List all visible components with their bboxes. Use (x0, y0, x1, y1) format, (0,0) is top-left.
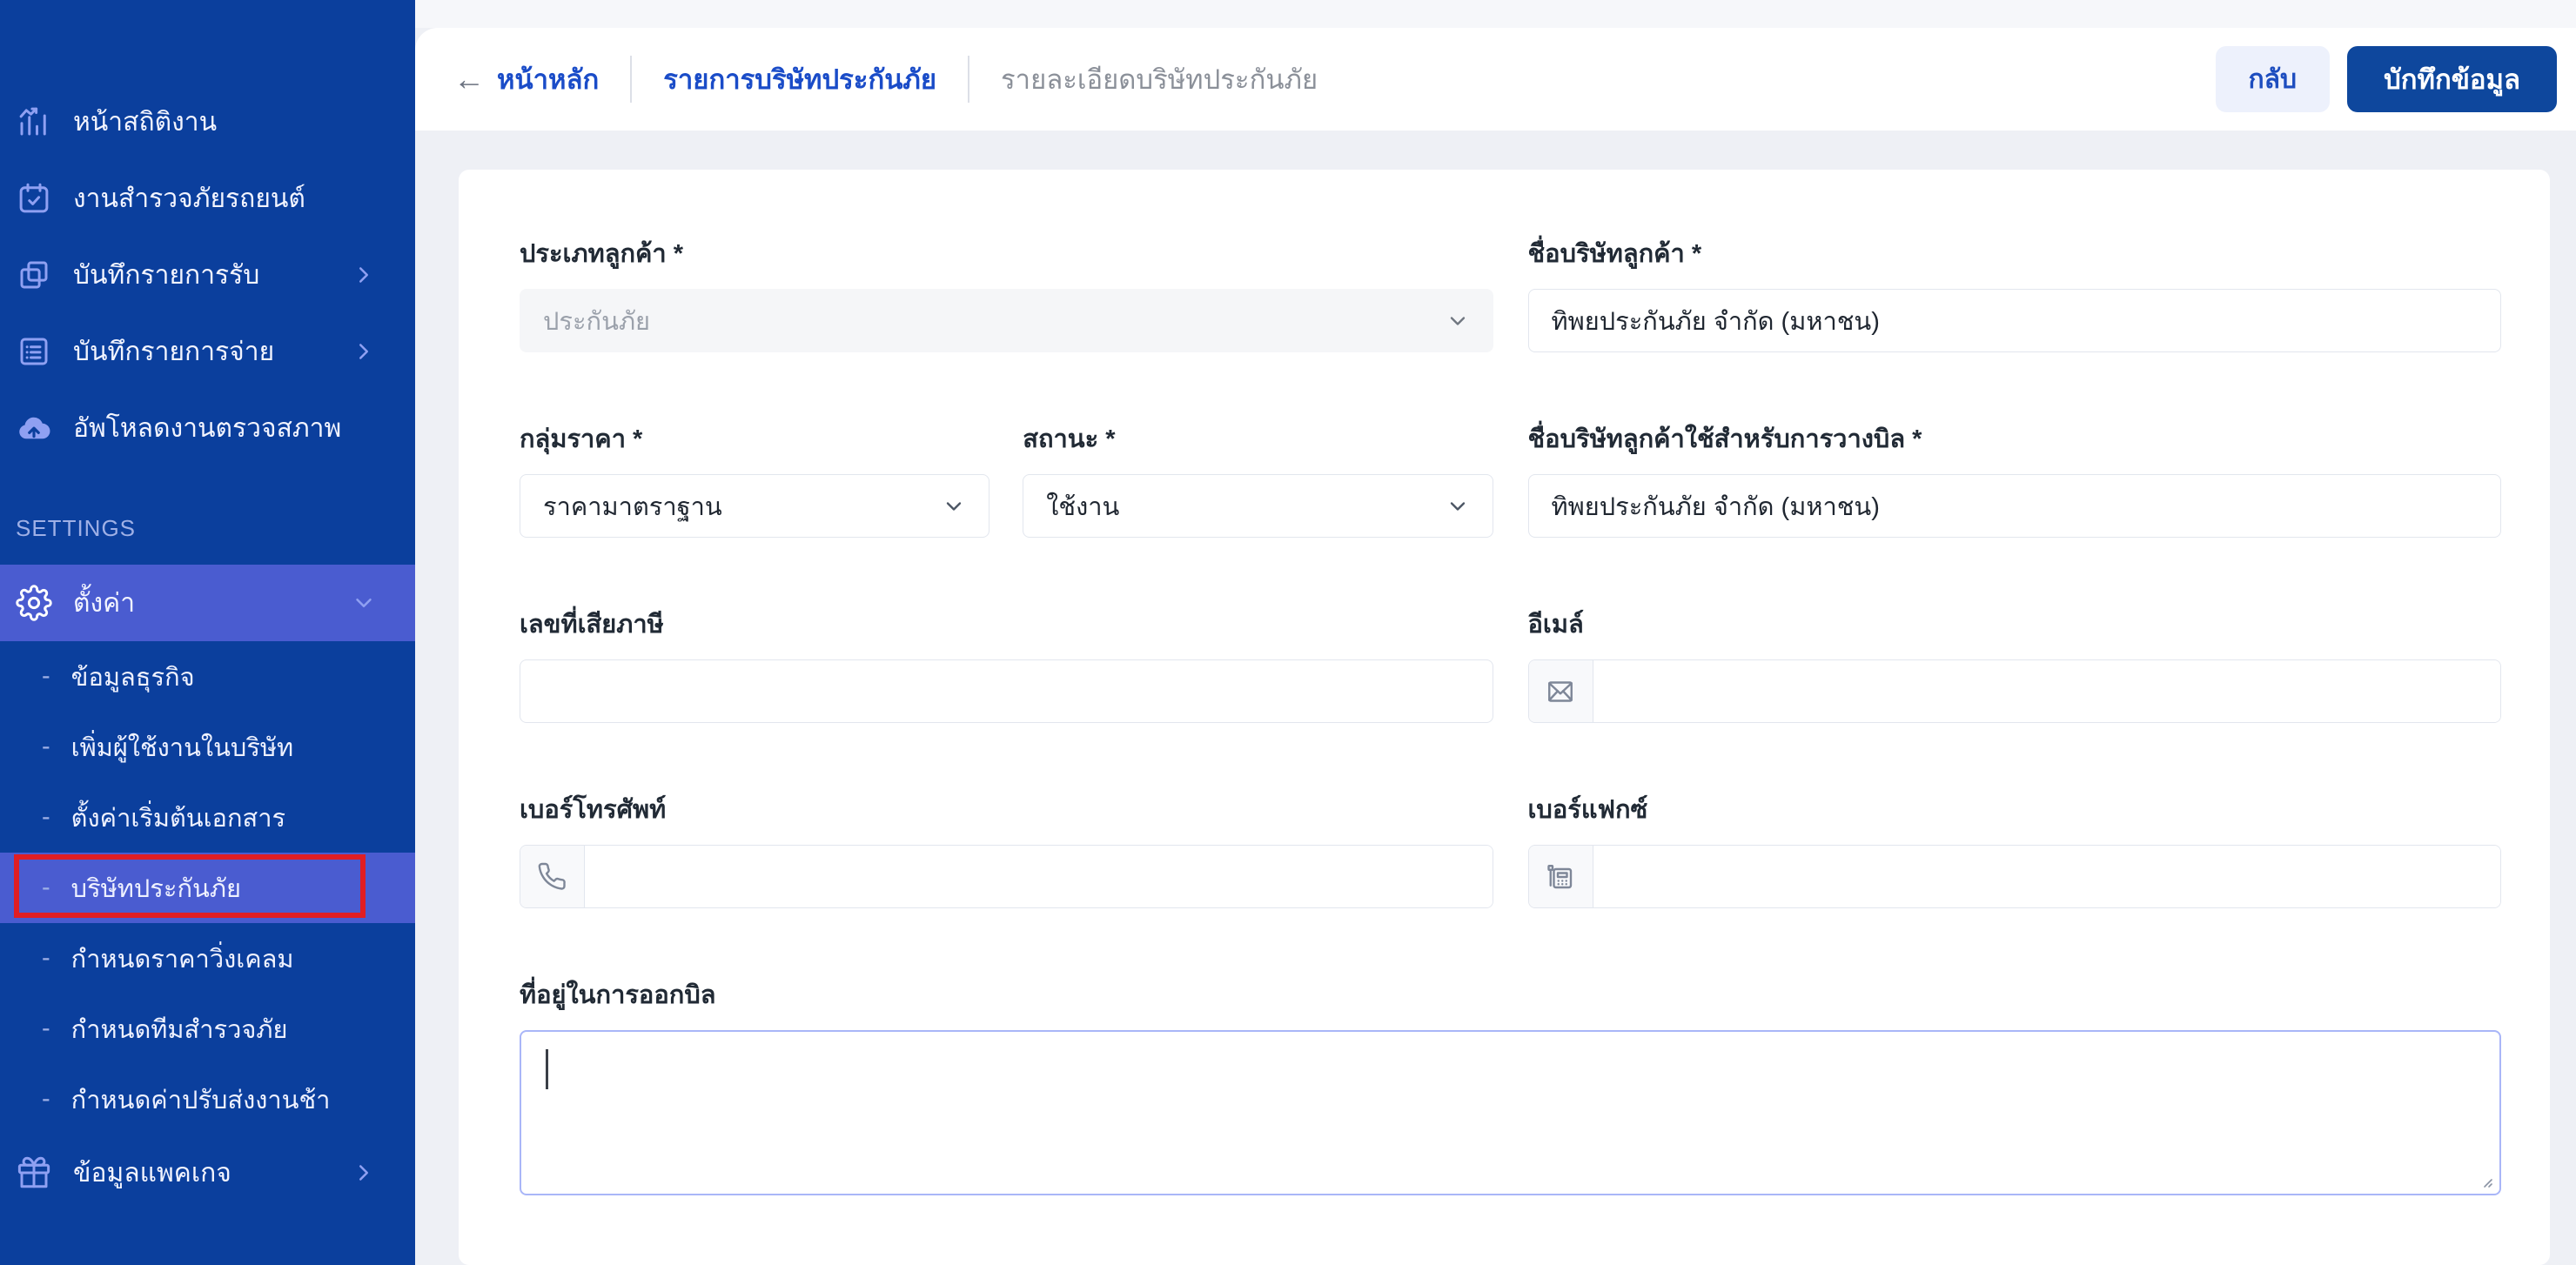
field-tax-id: เลขที่เสียภาษี (520, 604, 1493, 723)
sidebar-item-label: งานสำรวจภัยรถยนต์ (73, 178, 305, 219)
sidebar-item-settings[interactable]: ตั้งค่า (0, 565, 415, 641)
price-group-label: กลุ่มราคา * (520, 418, 989, 458)
customer-type-value: ประกันภัย (543, 301, 650, 341)
breadcrumb-home[interactable]: หน้าหลัก (497, 57, 599, 101)
field-price-group: กลุ่มราคา * ราคามาตราฐาน (520, 418, 989, 538)
billing-name-input[interactable] (1528, 474, 2502, 538)
field-customer-type: ประเภทลูกค้า * ประกันภัย (520, 233, 1493, 352)
chevron-down-icon (1446, 494, 1470, 519)
field-email: อีเมล์ (1528, 604, 2502, 723)
tax-id-input[interactable] (520, 659, 1493, 723)
phone-label: เบอร์โทรศัพท์ (520, 789, 1493, 829)
company-name-label: ชื่อบริษัทลูกค้า * (1528, 233, 2502, 273)
sidebar-item-income-records[interactable]: บันทึกรายการรับ (0, 237, 415, 313)
back-arrow-icon[interactable]: ← (453, 61, 485, 97)
customer-type-label: ประเภทลูกค้า * (520, 233, 1493, 273)
status-select[interactable]: ใช้งาน (1023, 474, 1493, 538)
list-icon (14, 331, 54, 371)
billing-name-label: ชื่อบริษัทลูกค้าใช้สำหรับการวางบิล * (1528, 418, 2502, 458)
sidebar-item-label: ข้อมูลแพคเกจ (73, 1153, 231, 1194)
sidebar-subitem-label: กำหนดทีมสำรวจภัย (71, 1009, 288, 1049)
sidebar-subitem-claim-run-price[interactable]: กำหนดราคาวิ่งเคลม (0, 923, 415, 994)
sidebar-subitem-label: เพิ่มผู้ใช้งานในบริษัท (71, 727, 293, 767)
sidebar-item-package-info[interactable]: ข้อมูลแพคเกจ (0, 1134, 415, 1211)
email-label: อีเมล์ (1528, 604, 2502, 644)
sidebar-subitem-late-penalty[interactable]: กำหนดค่าปรับส่งงานช้า (0, 1064, 415, 1134)
sidebar: หน้าสถิติงาน งานสำรวจภัยรถยนต์ บันทึกราย… (0, 0, 415, 1265)
price-status-group: กลุ่มราคา * ราคามาตราฐาน สถานะ * (520, 418, 1493, 538)
sidebar-item-label: หน้าสถิติงาน (73, 102, 217, 143)
field-phone: เบอร์โทรศัพท์ (520, 789, 1493, 908)
chevron-right-icon (351, 338, 377, 365)
sidebar-item-label: บันทึกรายการจ่าย (73, 331, 274, 372)
sidebar-subitem-label: กำหนดราคาวิ่งเคลม (71, 939, 294, 979)
sidebar-item-expense-records[interactable]: บันทึกรายการจ่าย (0, 313, 415, 390)
breadcrumb: ← หน้าหลัก รายการบริษัทประกันภัย รายละเอ… (453, 56, 1318, 103)
fax-icon (1529, 846, 1593, 907)
sidebar-subitem-business-info[interactable]: ข้อมูลธุรกิจ (0, 641, 415, 712)
breadcrumb-divider (630, 56, 632, 103)
price-group-value: ราคามาตราฐาน (543, 486, 722, 526)
sidebar-subitem-label: บริษัทประกันภัย (71, 868, 241, 908)
customer-type-select[interactable]: ประกันภัย (520, 289, 1493, 352)
bar-chart-icon (14, 102, 54, 142)
sidebar-section-settings: SETTINGS (16, 515, 415, 542)
sidebar-item-survey-jobs[interactable]: งานสำรวจภัยรถยนต์ (0, 160, 415, 237)
fax-label: เบอร์แฟกซ์ (1528, 789, 2502, 829)
sidebar-item-label: บันทึกรายการรับ (73, 255, 259, 296)
breadcrumb-insurer-detail: รายละเอียดบริษัทประกันภัย (1001, 57, 1318, 101)
save-button[interactable]: บักทึกข้อมูล (2347, 46, 2557, 112)
sidebar-subitem-label: ข้อมูลธุรกิจ (71, 657, 195, 697)
sidebar-item-label: ตั้งค่า (73, 583, 135, 624)
field-billing-address: ที่อยู่ในการออกบิล (520, 974, 2501, 1200)
sidebar-subitem-label: ตั้งค่าเริ่มต้นเอกสาร (71, 798, 285, 838)
chevron-right-icon (351, 1160, 377, 1186)
phone-icon (520, 846, 585, 907)
chevron-right-icon (351, 262, 377, 288)
breadcrumb-divider (968, 56, 969, 103)
company-name-input[interactable] (1528, 289, 2502, 352)
calendar-check-icon (14, 178, 54, 218)
email-input[interactable] (1593, 660, 2501, 722)
envelope-icon (1529, 660, 1593, 722)
sidebar-item-label: อัพโหลดงานตรวจสภาพ (73, 408, 341, 449)
gear-icon (14, 583, 54, 623)
chevron-down-icon (942, 494, 966, 519)
chevron-down-icon (1446, 309, 1470, 333)
chevron-down-icon (351, 590, 377, 616)
copy-icon (14, 255, 54, 295)
cloud-upload-icon (14, 408, 54, 448)
status-value: ใช้งาน (1046, 486, 1119, 526)
top-strip (415, 0, 2576, 28)
price-group-select[interactable]: ราคามาตราฐาน (520, 474, 989, 538)
sidebar-subitem-add-users[interactable]: เพิ่มผู้ใช้งานในบริษัท (0, 712, 415, 782)
sidebar-item-job-stats[interactable]: หน้าสถิติงาน (0, 84, 415, 160)
field-fax: เบอร์แฟกซ์ (1528, 789, 2502, 908)
breadcrumb-insurer-list[interactable]: รายการบริษัทประกันภัย (663, 57, 936, 101)
back-button[interactable]: กลับ (2216, 46, 2331, 112)
field-status: สถานะ * ใช้งาน (1023, 418, 1493, 538)
header-actions: กลับ บักทึกข้อมูล (2216, 46, 2558, 112)
content-area: ประเภทลูกค้า * ประกันภัย ชื่อบริษัทลูกค้… (415, 131, 2576, 1265)
phone-input[interactable] (585, 846, 1493, 907)
field-billing-name: ชื่อบริษัทลูกค้าใช้สำหรับการวางบิล * (1528, 418, 2502, 538)
billing-address-label: ที่อยู่ในการออกบิล (520, 974, 2501, 1014)
fax-input[interactable] (1593, 846, 2501, 907)
sidebar-subitem-document-defaults[interactable]: ตั้งค่าเริ่มต้นเอกสาร (0, 782, 415, 853)
insurer-detail-form-card: ประเภทลูกค้า * ประกันภัย ชื่อบริษัทลูกค้… (459, 170, 2550, 1265)
billing-address-textarea[interactable] (520, 1030, 2501, 1195)
sidebar-subitem-insurance-companies[interactable]: บริษัทประกันภัย (0, 853, 415, 923)
resize-handle-icon[interactable] (2477, 1172, 2494, 1189)
sidebar-subitem-label: กำหนดค่าปรับส่งงานช้า (71, 1080, 331, 1120)
gift-icon (14, 1153, 54, 1193)
tax-id-label: เลขที่เสียภาษี (520, 604, 1493, 644)
app-root: หน้าสถิติงาน งานสำรวจภัยรถยนต์ บันทึกราย… (0, 0, 2576, 1265)
sidebar-item-upload-inspection[interactable]: อัพโหลดงานตรวจสภาพ (0, 390, 415, 466)
status-label: สถานะ * (1023, 418, 1493, 458)
field-company-name: ชื่อบริษัทลูกค้า * (1528, 233, 2502, 352)
sidebar-subitem-survey-team[interactable]: กำหนดทีมสำรวจภัย (0, 994, 415, 1064)
main-area: ← หน้าหลัก รายการบริษัทประกันภัย รายละเอ… (415, 0, 2576, 1265)
page-header: ← หน้าหลัก รายการบริษัทประกันภัย รายละเอ… (415, 28, 2576, 131)
text-cursor (546, 1049, 548, 1089)
